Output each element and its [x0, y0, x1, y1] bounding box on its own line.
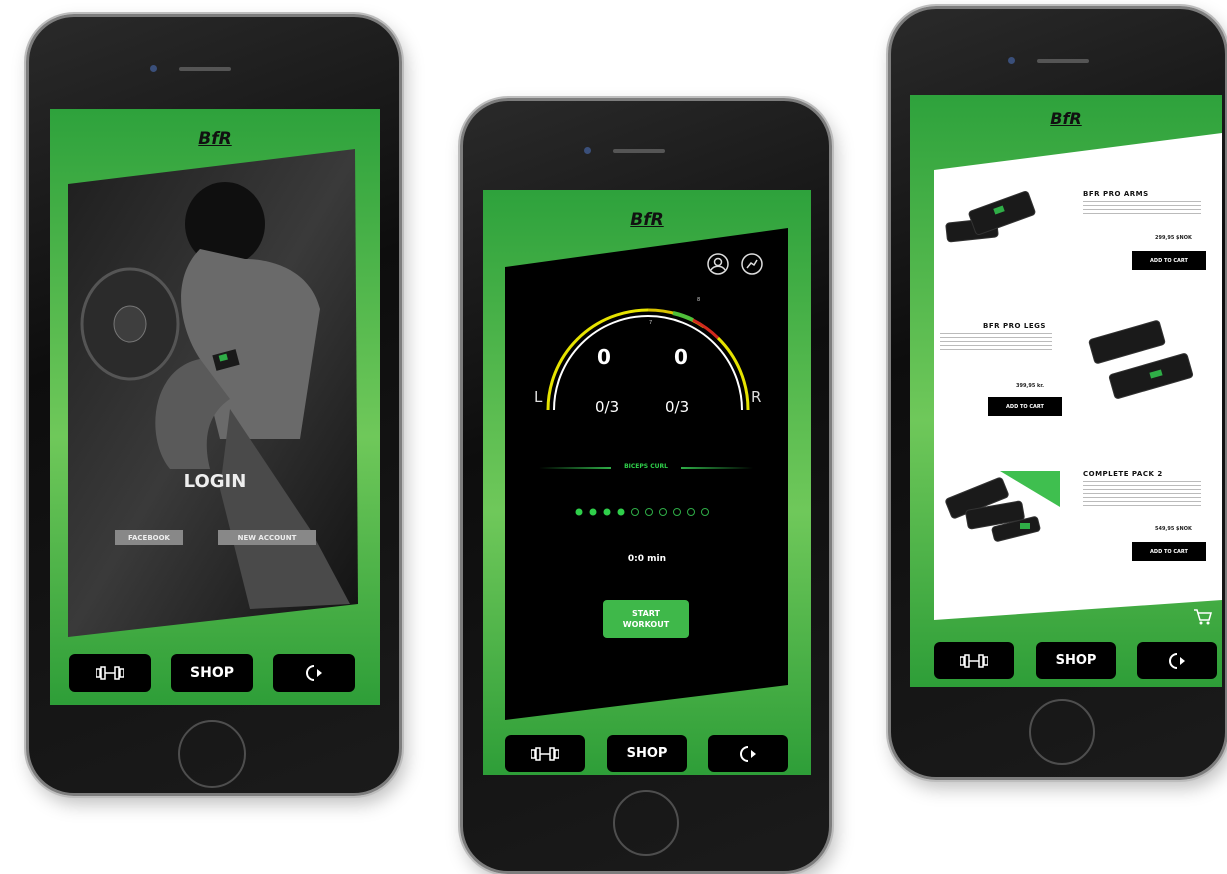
- gauge-mark-7: 7: [649, 320, 653, 326]
- front-camera: [584, 147, 591, 154]
- progress-dots: [575, 508, 709, 516]
- shop-nav-button[interactable]: SHOP: [607, 735, 687, 772]
- phone-shop: BfR BFR PRO ARMS 299,95 $NOK ADD TO CART…: [888, 6, 1227, 780]
- product-price-pack: 549,95 $NOK: [1155, 526, 1192, 532]
- cart-icon[interactable]: [1193, 608, 1213, 626]
- shop-nav-button[interactable]: SHOP: [171, 654, 253, 692]
- dumbbell-icon: [531, 746, 559, 761]
- login-screen: BfR LOGIN FACEBOOK NEW ACCOUNT SHOP: [50, 109, 380, 705]
- progress-dot-empty: [645, 508, 653, 516]
- start-label: START: [631, 609, 661, 618]
- shop-nav-button[interactable]: SHOP: [1036, 642, 1116, 679]
- logout-icon: [306, 665, 322, 681]
- progress-dot-empty: [687, 508, 695, 516]
- right-sets: 0/3: [665, 398, 690, 416]
- workout-screen: BfR 8 7 L R 0 0 0/3 0/3 BICEPS CURL 0:0 …: [483, 190, 811, 775]
- product-name-arms: BFR PRO ARMS: [1083, 190, 1149, 198]
- dumbbell-icon: [960, 653, 988, 668]
- progress-dot-filled: [617, 508, 625, 516]
- progress-dot-empty: [673, 508, 681, 516]
- exercise-divider-left: [539, 467, 611, 469]
- workout-nav-button[interactable]: [69, 654, 151, 692]
- phone-login: BfR LOGIN FACEBOOK NEW ACCOUNT SHOP: [26, 14, 402, 796]
- logout-nav-button[interactable]: [1137, 642, 1217, 679]
- shop-screen: BfR BFR PRO ARMS 299,95 $NOK ADD TO CART…: [910, 95, 1222, 687]
- right-label: R: [751, 388, 762, 406]
- progress-dot-empty: [659, 508, 667, 516]
- front-camera: [150, 65, 157, 72]
- front-camera: [1008, 57, 1015, 64]
- exercise-divider-right: [681, 467, 753, 469]
- left-value: 0: [597, 345, 611, 369]
- progress-dot-filled: [603, 508, 611, 516]
- progress-dot-filled: [575, 508, 583, 516]
- workout-nav-button[interactable]: [505, 735, 585, 772]
- facebook-button[interactable]: FACEBOOK: [115, 530, 183, 545]
- logout-icon: [740, 745, 756, 762]
- login-title: LOGIN: [183, 471, 247, 492]
- logout-icon: [1169, 652, 1185, 669]
- new-account-button[interactable]: NEW ACCOUNT: [218, 530, 316, 545]
- home-button[interactable]: [178, 720, 246, 788]
- home-button[interactable]: [1029, 699, 1095, 765]
- product-name-legs: BFR PRO LEGS: [983, 322, 1046, 330]
- add-to-cart-arms[interactable]: ADD TO CART: [1132, 251, 1206, 270]
- dumbbell-icon: [96, 666, 124, 680]
- phone-workout: BfR 8 7 L R 0 0 0/3 0/3 BICEPS CURL 0:0 …: [460, 98, 832, 874]
- workout-nav-button[interactable]: [934, 642, 1014, 679]
- product-desc-pack: [1083, 481, 1201, 506]
- workout-time: 0:0 min: [627, 554, 667, 564]
- logout-nav-button[interactable]: [708, 735, 788, 772]
- right-value: 0: [674, 345, 688, 369]
- pressure-gauge: [546, 308, 750, 411]
- product-logo: [1020, 523, 1030, 529]
- workout-panel: [505, 228, 788, 720]
- speaker-grille: [1037, 59, 1089, 63]
- shop-panel: [934, 133, 1222, 620]
- home-button[interactable]: [613, 790, 679, 856]
- progress-dot-empty: [701, 508, 709, 516]
- exercise-name: BICEPS CURL: [624, 463, 668, 470]
- product-desc-arms: [1083, 201, 1201, 216]
- progress-dot-filled: [589, 508, 597, 516]
- left-label: L: [534, 388, 543, 406]
- login-hero-image: [68, 149, 358, 637]
- settings-icon[interactable]: [741, 253, 763, 275]
- left-sets: 0/3: [595, 398, 620, 416]
- add-to-cart-legs[interactable]: ADD TO CART: [988, 397, 1062, 416]
- progress-dot-empty: [631, 508, 639, 516]
- product-name-pack: COMPLETE PACK 2: [1083, 470, 1163, 478]
- speaker-grille: [179, 67, 231, 71]
- speaker-grille: [613, 149, 665, 153]
- logout-nav-button[interactable]: [273, 654, 355, 692]
- gauge-mark-8: 8: [697, 297, 701, 303]
- profile-icon[interactable]: [707, 253, 729, 275]
- product-desc-legs: [940, 333, 1052, 353]
- product-price-arms: 299,95 $NOK: [1155, 235, 1192, 241]
- add-to-cart-pack[interactable]: ADD TO CART: [1132, 542, 1206, 561]
- start-workout-button[interactable]: START WORKOUT: [603, 600, 689, 638]
- product-price-legs: 399,95 kr.: [1016, 383, 1045, 389]
- workout-label: WORKOUT: [622, 620, 670, 629]
